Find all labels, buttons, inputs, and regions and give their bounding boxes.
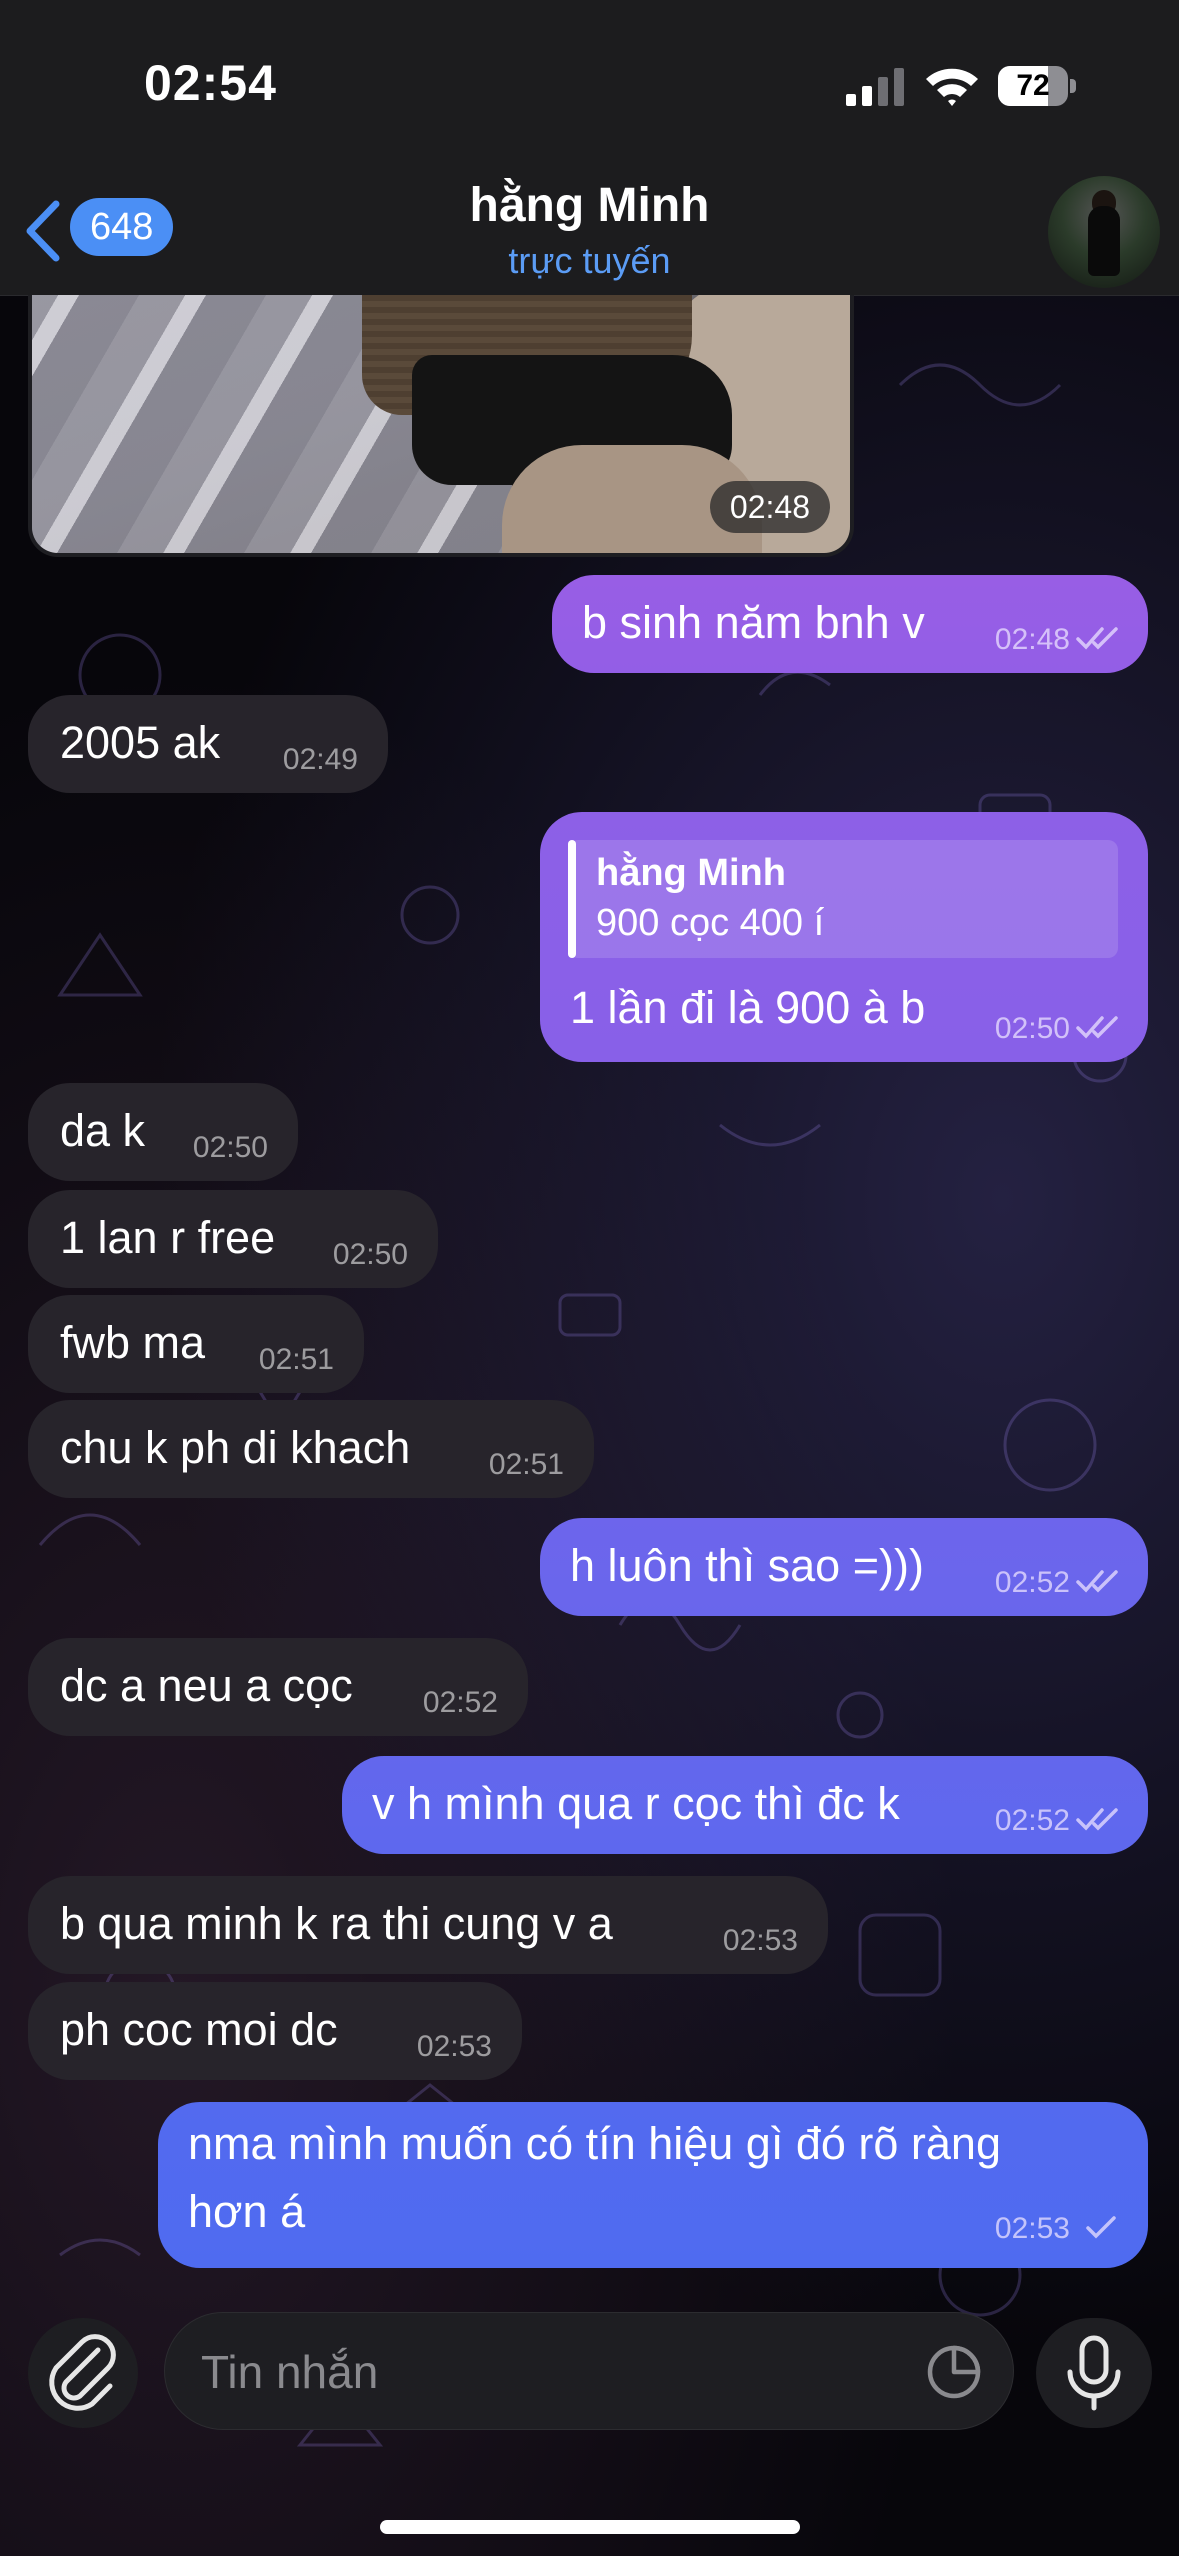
incoming-message[interactable]: 2005 ak 02:49 bbox=[28, 695, 388, 793]
double-check-icon bbox=[1076, 1016, 1118, 1039]
message-meta: 02:52 bbox=[995, 1804, 1122, 1838]
double-check-icon bbox=[1076, 627, 1118, 650]
incoming-message[interactable]: chu k ph di khach 02:51 bbox=[28, 1400, 594, 1498]
message-time: 02:50 bbox=[332, 1238, 408, 1271]
outgoing-message[interactable]: v h mình qua r cọc thì đc k 02:52 bbox=[342, 1756, 1148, 1854]
microphone-icon bbox=[1067, 2335, 1121, 2411]
incoming-message[interactable]: dc a neu a cọc 02:52 bbox=[28, 1638, 528, 1736]
home-indicator bbox=[380, 2520, 800, 2534]
cellular-signal-icon bbox=[846, 68, 904, 106]
battery-icon: 72 bbox=[998, 66, 1076, 106]
attach-button[interactable] bbox=[28, 2318, 138, 2428]
clock: 02:54 bbox=[144, 55, 277, 111]
message-meta: 02:53 bbox=[995, 2212, 1122, 2246]
message-time: 02:53 bbox=[416, 2030, 492, 2063]
paperclip-icon bbox=[49, 2334, 116, 2411]
message-text: v h mình qua r cọc thì đc k bbox=[372, 1778, 900, 1829]
outgoing-message[interactable]: nma mình muốn có tín hiệu gì đó rõ ràng … bbox=[158, 2102, 1148, 2268]
message-time: 02:53 bbox=[722, 1924, 798, 1957]
single-check-icon bbox=[1086, 2216, 1116, 2239]
message-time: 02:52 bbox=[422, 1686, 498, 1719]
message-text: 2005 ak bbox=[60, 717, 221, 768]
outgoing-message[interactable]: h luôn thì sao =))) 02:52 bbox=[540, 1518, 1148, 1616]
battery-level: 72 bbox=[1016, 69, 1050, 102]
message-text: da k bbox=[60, 1105, 146, 1156]
message-meta: 02:52 bbox=[995, 1566, 1122, 1600]
message-time: 02:51 bbox=[488, 1448, 564, 1481]
message-meta: 02:50 bbox=[995, 1012, 1122, 1046]
reply-text: 900 cọc 400 í bbox=[596, 902, 825, 944]
quoted-reply[interactable]: hằng Minh 900 cọc 400 í bbox=[568, 840, 1118, 958]
chat-header: 648 hằng Minh trực tuyến bbox=[0, 170, 1179, 296]
sticker-icon[interactable] bbox=[925, 2343, 983, 2401]
contact-avatar[interactable] bbox=[1048, 176, 1160, 288]
photo-message[interactable]: 02:48 bbox=[28, 295, 854, 557]
incoming-message[interactable]: fwb ma 02:51 bbox=[28, 1295, 364, 1393]
message-input-placeholder: Tin nhắn bbox=[201, 2346, 379, 2398]
message-time: 02:49 bbox=[282, 743, 358, 776]
message-text-line-2: hơn á bbox=[188, 2186, 306, 2237]
incoming-message[interactable]: ph coc moi dc 02:53 bbox=[28, 1982, 522, 2080]
message-time: 02:50 bbox=[192, 1131, 268, 1164]
message-time: 02:51 bbox=[258, 1343, 334, 1376]
message-text: fwb ma bbox=[60, 1317, 206, 1368]
message-input[interactable]: Tin nhắn bbox=[164, 2312, 1014, 2430]
contact-name[interactable]: hằng Minh bbox=[0, 178, 1179, 233]
message-text-line-1: nma mình muốn có tín hiệu gì đó rõ ràng bbox=[188, 2118, 1001, 2169]
double-check-icon bbox=[1076, 1808, 1118, 1831]
microphone-button[interactable] bbox=[1036, 2318, 1152, 2428]
wifi-icon bbox=[926, 68, 978, 106]
message-text: b sinh năm bnh v bbox=[582, 597, 925, 648]
double-check-icon bbox=[1076, 1570, 1118, 1593]
contact-status: trực tuyến bbox=[508, 240, 671, 281]
message-text: ph coc moi dc bbox=[60, 2004, 338, 2055]
message-text: chu k ph di khach bbox=[60, 1422, 411, 1473]
message-text: dc a neu a cọc bbox=[60, 1660, 353, 1711]
message-text: 1 lan r free bbox=[60, 1212, 276, 1263]
message-text: h luôn thì sao =))) bbox=[570, 1540, 924, 1591]
incoming-message[interactable]: b qua minh k ra thi cung v a 02:53 bbox=[28, 1876, 828, 1974]
message-text: b qua minh k ra thi cung v a bbox=[60, 1898, 613, 1949]
outgoing-reply-message[interactable]: hằng Minh 900 cọc 400 í 1 lần đi là 900 … bbox=[540, 812, 1148, 1062]
status-bar: 02:54 72 bbox=[0, 0, 1179, 170]
photo-timestamp: 02:48 bbox=[709, 481, 830, 533]
reply-author: hằng Minh bbox=[596, 852, 786, 894]
outgoing-message[interactable]: b sinh năm bnh v 02:48 bbox=[552, 575, 1148, 673]
incoming-message[interactable]: da k 02:50 bbox=[28, 1083, 298, 1181]
incoming-message[interactable]: 1 lan r free 02:50 bbox=[28, 1190, 438, 1288]
message-text: 1 lần đi là 900 à b bbox=[570, 982, 926, 1033]
message-meta: 02:48 bbox=[995, 623, 1122, 657]
